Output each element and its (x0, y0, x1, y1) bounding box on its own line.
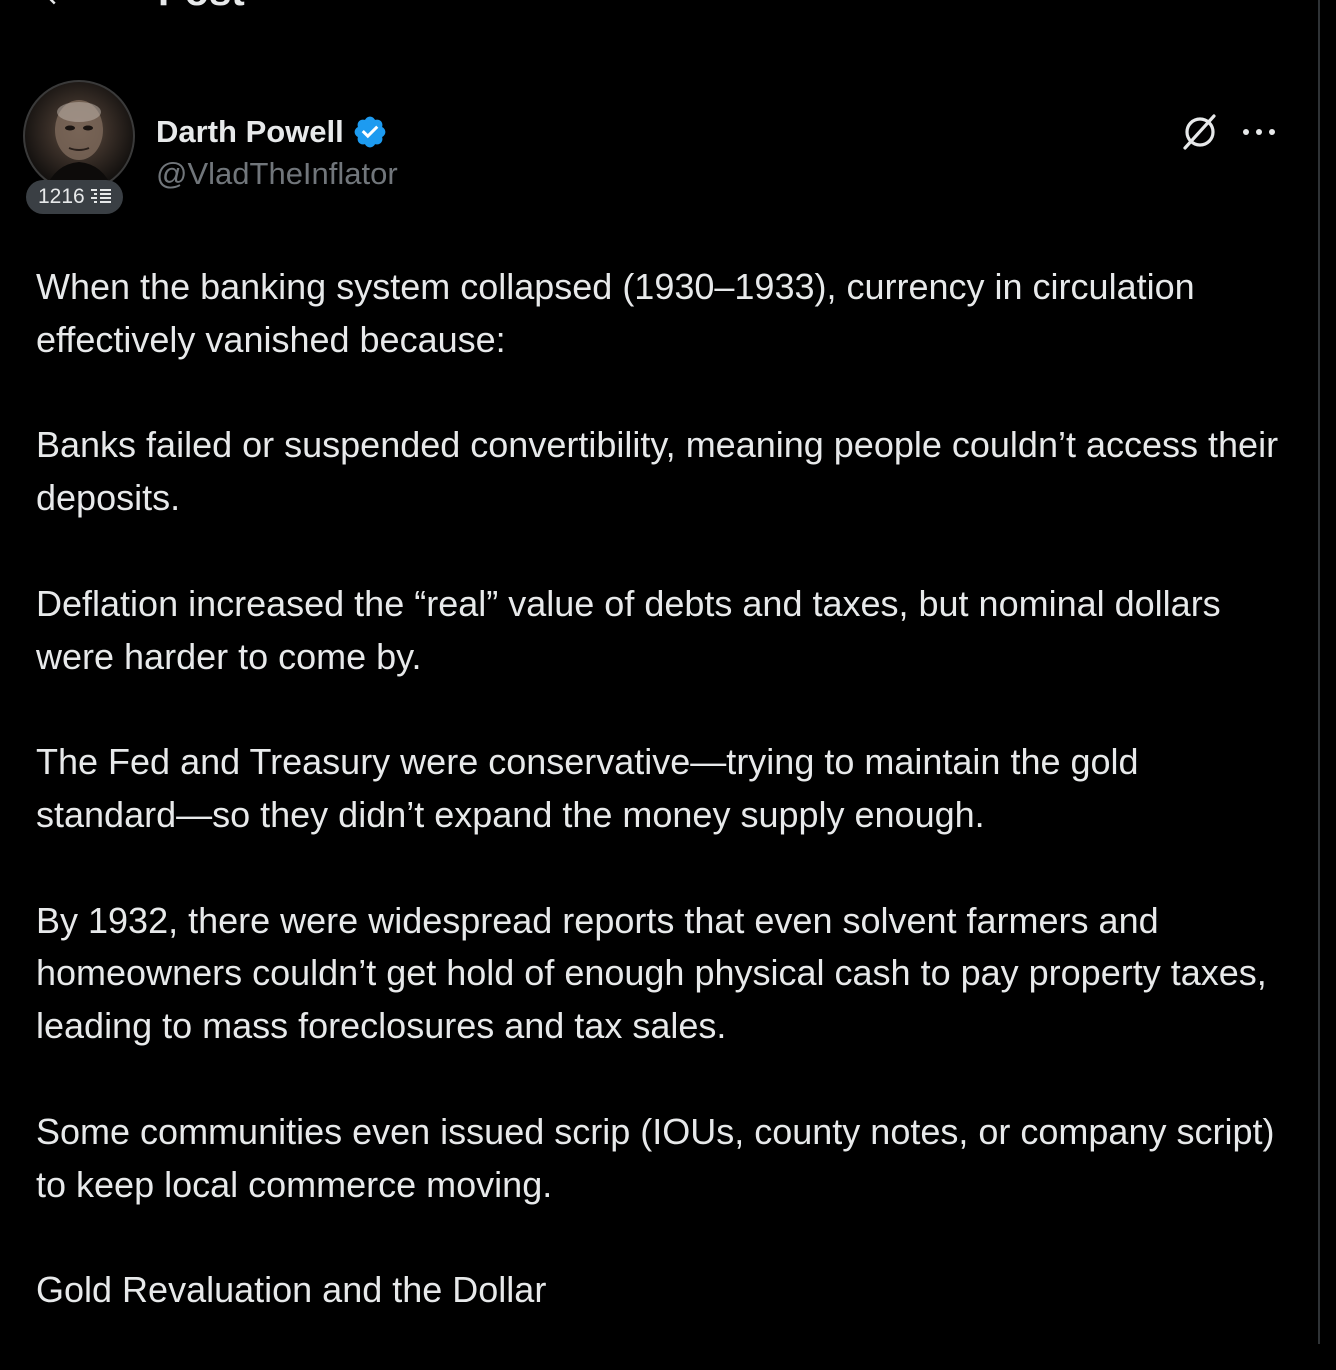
page-header: Post (0, 0, 1300, 14)
badge-count-label: 1216 (38, 185, 85, 208)
column-divider (1318, 0, 1320, 1344)
avatar[interactable] (23, 80, 135, 192)
post-paragraph: When the banking system collapsed (1930–… (36, 266, 1195, 360)
verified-badge-icon[interactable] (352, 114, 388, 150)
post-paragraph: Banks failed or suspended convertibility… (36, 424, 1279, 519)
list-icon (90, 188, 111, 206)
arrow-left-icon[interactable] (40, 0, 70, 10)
avatar-container (23, 80, 135, 192)
post-paragraph: Some communities even issued scrip (IOUs… (36, 1110, 1275, 1205)
author-handle[interactable]: @VladTheInflator (156, 152, 398, 196)
subscriber-badge[interactable]: 1216 (26, 180, 123, 214)
author-display-name[interactable]: Darth Powell (156, 110, 344, 154)
grok-icon[interactable] (1180, 112, 1220, 152)
page-title: Post (158, 0, 245, 14)
post-paragraph: Gold Revaluation and the Dollar (36, 1269, 547, 1311)
name-row: Darth Powell (156, 110, 398, 154)
post-paragraph: The Fed and Treasury were conservative—t… (36, 741, 1139, 835)
post-paragraph: By 1932, there were widespread reports t… (36, 899, 1267, 1047)
more-icon[interactable] (1240, 116, 1280, 148)
post-paragraph: Deflation increased the “real” value of … (36, 582, 1221, 677)
post-text: When the banking system collapsed (1930–… (36, 261, 1286, 1370)
author-info: Darth Powell @VladTheInflator (156, 110, 398, 196)
